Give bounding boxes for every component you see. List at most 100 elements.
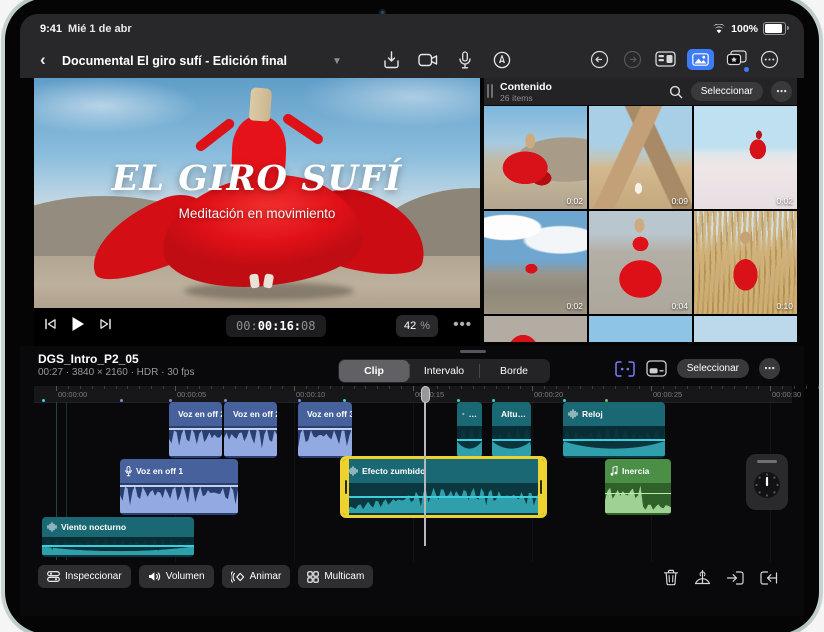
skip-back-icon[interactable] [44, 318, 57, 330]
viewer-more-icon[interactable]: ••• [453, 316, 472, 333]
ruler-timecode-label: 00:00:05 [177, 390, 206, 399]
browser-thumbnail[interactable] [694, 316, 797, 342]
timeline-more-icon[interactable]: ⋯ [759, 358, 780, 379]
overwrite-icon[interactable] [759, 570, 778, 586]
thumbnail-duration: 0:10 [776, 301, 793, 311]
playhead[interactable] [424, 386, 426, 546]
speaker-icon [148, 571, 161, 582]
volume-button[interactable]: Volumen [139, 565, 214, 588]
redo-icon[interactable] [621, 48, 643, 70]
timeline-ruler[interactable]: 00:00:0000:00:0500:00:1000:00:1500:00:20… [34, 386, 792, 403]
import-icon[interactable] [380, 49, 402, 71]
keyframe-icon [231, 571, 245, 583]
browser-item-count: 26 ítems [500, 93, 533, 103]
panel-drag-handle[interactable] [487, 84, 489, 98]
browser-more-icon[interactable]: ⋯ [771, 81, 792, 102]
more-icon[interactable] [758, 48, 780, 70]
jog-wheel[interactable] [746, 454, 788, 510]
clip-label: Voz en off 2 [178, 409, 222, 419]
pencil-circle-icon[interactable] [491, 49, 513, 71]
timeline-clip[interactable]: Inercia [605, 459, 671, 515]
ruler-timecode-label: 00:00:20 [534, 390, 563, 399]
toolbar-left-icons [380, 49, 513, 71]
browser-thumbnail[interactable]: 0:02 [484, 211, 587, 314]
browser-thumbnail[interactable] [589, 316, 692, 342]
status-date: Mié 1 de abr [68, 23, 132, 35]
project-title[interactable]: Documental El giro sufí - Edición final [62, 54, 287, 68]
browser-thumbnail[interactable]: 0:10 [694, 211, 797, 314]
playhead-handle[interactable] [421, 386, 430, 403]
clip-label: Inercia [622, 466, 649, 476]
browser-thumbnail[interactable] [484, 316, 587, 342]
ruler-timecode-label: 00:00:15 [415, 390, 444, 399]
timeline-clip[interactable]: Efecto zumbido [340, 456, 547, 518]
clip-label: Voz en off 3 [307, 409, 352, 419]
connect-clips-icon[interactable] [614, 360, 636, 378]
status-left: 9:41 Mié 1 de abr [40, 23, 132, 35]
dervish-hat [249, 87, 272, 121]
timeline-clip[interactable]: Reloj [563, 402, 665, 458]
ruler-timecode-label: 00:00:30 [772, 390, 801, 399]
timeline-clip[interactable]: Viento nocturno [42, 517, 194, 557]
ruler-timecode-label: 00:00:25 [653, 390, 682, 399]
browser-panel-icon[interactable] [654, 48, 676, 70]
browser-thumbnail[interactable]: 0:09 [589, 106, 692, 209]
clock: 9:41 [40, 23, 62, 35]
undo-icon[interactable] [588, 48, 610, 70]
clip-label: Voz en off 2 [233, 409, 277, 419]
segment-intervalo[interactable]: Intervalo [409, 360, 479, 382]
browser-thumbnail[interactable]: 0:02 [484, 106, 587, 209]
video-subtitle-overlay: Meditación en movimiento [34, 206, 480, 221]
selection-mode-segmented-control: Clip Intervalo Borde [338, 359, 550, 383]
timeline-clip[interactable]: … [457, 402, 482, 458]
microphone-icon[interactable] [454, 49, 476, 71]
multicam-button[interactable]: Multicam [298, 565, 373, 588]
segment-clip[interactable]: Clip [339, 360, 409, 382]
top-toolbar: ‹ Documental El giro sufí - Edición fina… [20, 44, 804, 78]
timeline-clip[interactable]: Voz en off 3 [298, 402, 352, 458]
timeline-clip[interactable]: Voz en off 1 [120, 459, 238, 515]
clip-label: … [469, 409, 478, 419]
inspector-button[interactable]: Inspeccionar [38, 565, 131, 588]
thumbnail-duration: 0:04 [671, 301, 688, 311]
segment-borde[interactable]: Borde [479, 360, 549, 382]
effects-browser-icon[interactable] [725, 48, 747, 70]
wifi-icon [712, 24, 726, 34]
timeline-clip[interactable]: Altu… [492, 402, 531, 458]
clip-label: Reloj [582, 409, 603, 419]
trash-icon[interactable] [663, 569, 679, 586]
timeline-clip[interactable]: Voz en off 2 [224, 402, 277, 458]
timeline-select-button[interactable]: Seleccionar [677, 359, 749, 378]
timeline-clip[interactable]: Voz en off 2 [169, 402, 222, 458]
title-chevron-down-icon[interactable]: ▼ [332, 56, 342, 67]
animate-button[interactable]: Animar [222, 565, 291, 588]
timecode-display[interactable]: 00:00:16:08 [226, 315, 326, 337]
video-viewer[interactable]: EL GIRO SUFÍ Meditación en movimiento [34, 78, 480, 308]
insert-icon[interactable] [726, 570, 745, 586]
transport-bar: 00:00:16:08 42% ••• [34, 308, 480, 346]
browser-thumbnail[interactable]: 0:02 [694, 106, 797, 209]
trim-handle-right[interactable] [538, 459, 544, 515]
thumbnail-duration: 0:09 [671, 196, 688, 206]
content-browser-header: Contenido 26 ítems Seleccionar ⋯ [484, 78, 797, 105]
toolbar-right-icons [588, 48, 780, 70]
viewer-zoom-control[interactable]: 42% [396, 315, 438, 337]
video-title-overlay: EL GIRO SUFÍ [34, 158, 480, 199]
ruler-timecode-label: 00:00:00 [58, 390, 87, 399]
search-icon[interactable] [669, 85, 683, 99]
trim-handle-left[interactable] [343, 459, 349, 515]
browser-thumbnail[interactable]: 0:04 [589, 211, 692, 314]
timeline-project-info: 00:27 · 3840 × 2160 · HDR · 30 fps [38, 367, 194, 378]
timeline-panel: DGS_Intro_P2_05 00:27 · 3840 × 2160 · HD… [20, 346, 804, 616]
timeline-resize-handle[interactable] [460, 350, 486, 353]
browser-select-button[interactable]: Seleccionar [691, 82, 763, 101]
skip-forward-icon[interactable] [99, 318, 112, 330]
inspector-icon [47, 571, 60, 582]
media-browser-icon[interactable] [687, 49, 714, 70]
back-button[interactable]: ‹ [40, 50, 46, 70]
play-button[interactable] [71, 316, 85, 332]
blade-icon[interactable] [693, 569, 712, 586]
thumbnail-duration: 0:02 [776, 196, 793, 206]
camera-icon[interactable] [417, 49, 439, 71]
clip-appearance-icon[interactable] [646, 360, 667, 377]
